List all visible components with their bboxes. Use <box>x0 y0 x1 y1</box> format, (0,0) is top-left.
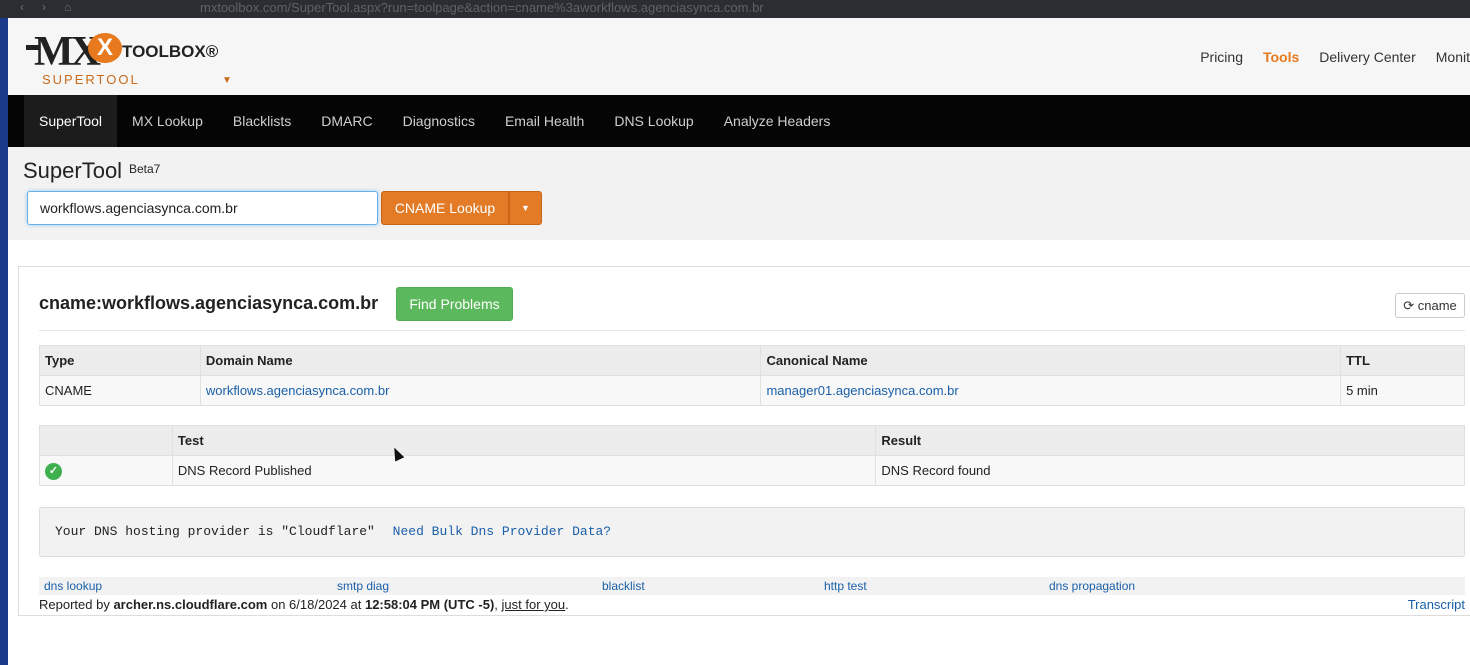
status-cell: ✓ <box>39 455 173 486</box>
page-title: SuperTool <box>23 158 123 183</box>
search-input[interactable] <box>27 191 378 225</box>
reported-time: 12:58:04 PM (UTC -5) <box>364 597 495 612</box>
logo-supertool-text: SUPERTOOL <box>42 72 140 87</box>
supertool-search-area: SuperTool Beta7 CNAME Lookup ▼ <box>8 147 1470 240</box>
menu-dmarc[interactable]: DMARC <box>306 95 387 147</box>
column-header: TTL <box>1340 345 1465 376</box>
refresh-cname-label: cname <box>1417 298 1457 313</box>
reported-prefix: Reported by <box>39 597 110 612</box>
bulk-dns-provider-link[interactable]: Need Bulk Dns Provider Data? <box>393 524 611 539</box>
domain-name-link[interactable]: workflows.agenciasynca.com.br <box>206 383 390 398</box>
record-type: CNAME <box>39 375 201 406</box>
browser-nav-icons[interactable]: ‹›⌂ <box>20 0 89 14</box>
domain-name-cell: workflows.agenciasynca.com.br <box>199 375 762 406</box>
caret-down-icon: ▼ <box>521 203 530 213</box>
transcript-link[interactable]: Transcript <box>1408 597 1465 612</box>
canonical-name-cell: manager01.agenciasynca.com.br <box>760 375 1342 406</box>
link-http-test[interactable]: http test <box>824 579 867 593</box>
result-title: cname:workflows.agenciasynca.com.br <box>39 293 379 313</box>
find-problems-button[interactable]: Find Problems <box>396 287 513 321</box>
reported-date: on 6/18/2024 at <box>270 597 362 612</box>
canonical-name-link[interactable]: manager01.agenciasynca.com.br <box>766 383 958 398</box>
tests-table: Test Result ✓ DNS Record Published DNS R… <box>39 425 1465 486</box>
menu-mx-lookup[interactable]: MX Lookup <box>117 95 218 147</box>
reported-server: archer.ns.cloudflare.com <box>113 597 268 612</box>
window-edge <box>0 18 8 665</box>
logo-toolbox-text: TOOLBOX® <box>122 42 219 61</box>
quick-links: dns lookup smtp diag blacklist http test… <box>39 577 1465 595</box>
test-name: DNS Record Published <box>171 455 877 486</box>
beta-label: Beta7 <box>129 162 161 176</box>
column-header: Result <box>875 425 1465 456</box>
menu-email-health[interactable]: Email Health <box>490 95 599 147</box>
table-row: CNAME workflows.agenciasynca.com.br mana… <box>39 375 1465 406</box>
reported-end: . <box>565 597 569 612</box>
menu-supertool[interactable]: SuperTool <box>24 95 118 147</box>
mxtoolbox-logo[interactable]: MX X TOOLBOX® SUPERTOOL ▼ <box>26 28 236 87</box>
table-header-row: Type Domain Name Canonical Name TTL <box>39 345 1465 376</box>
check-circle-icon: ✓ <box>45 462 62 480</box>
logo-x-icon: X <box>88 33 122 63</box>
test-result: DNS Record found <box>875 455 1465 486</box>
provider-text: Your DNS hosting provider is "Cloudflare… <box>55 524 375 539</box>
top-nav: Pricing Tools Delivery Center Monit <box>1200 49 1470 65</box>
results-panel: cname:workflows.agenciasynca.com.br Find… <box>18 266 1470 616</box>
dns-provider-box: Your DNS hosting provider is "Cloudflare… <box>39 507 1465 557</box>
browser-toolbar: ‹›⌂ mxtoolbox.com/SuperTool.aspx?run=too… <box>0 0 1470 18</box>
link-smtp-diag[interactable]: smtp diag <box>337 579 389 593</box>
refresh-icon: ⟳ <box>1403 298 1415 313</box>
lookup-dropdown-toggle[interactable]: ▼ <box>509 191 542 225</box>
table-row: ✓ DNS Record Published DNS Record found <box>39 455 1465 486</box>
cname-lookup-button[interactable]: CNAME Lookup <box>381 191 509 225</box>
nav-monitoring[interactable]: Monit <box>1436 49 1470 65</box>
menu-analyze-headers[interactable]: Analyze Headers <box>709 95 846 147</box>
column-header: Test <box>171 425 877 456</box>
column-header <box>39 425 173 456</box>
just-for-you-link[interactable]: just for you <box>502 597 566 612</box>
page: MX X TOOLBOX® SUPERTOOL ▼ Pricing Tools … <box>8 18 1470 665</box>
refresh-cname-button[interactable]: ⟳ cname <box>1395 293 1465 318</box>
column-header: Type <box>39 345 201 376</box>
column-header: Canonical Name <box>760 345 1342 376</box>
menu-blacklists[interactable]: Blacklists <box>218 95 306 147</box>
address-bar[interactable]: mxtoolbox.com/SuperTool.aspx?run=toolpag… <box>200 0 764 15</box>
menu-diagnostics[interactable]: Diagnostics <box>388 95 490 147</box>
chevron-down-icon[interactable]: ▼ <box>222 75 232 86</box>
table-header-row: Test Result <box>39 425 1465 456</box>
link-dns-lookup[interactable]: dns lookup <box>44 579 102 593</box>
tools-menu: SuperTool MX Lookup Blacklists DMARC Dia… <box>8 95 1470 147</box>
divider <box>39 330 1465 331</box>
nav-pricing[interactable]: Pricing <box>1200 49 1243 65</box>
link-blacklist[interactable]: blacklist <box>602 579 645 593</box>
records-table: Type Domain Name Canonical Name TTL CNAM… <box>39 345 1465 406</box>
column-header: Domain Name <box>199 345 762 376</box>
reported-separator: , <box>494 597 498 612</box>
reported-by-line: Reported by archer.ns.cloudflare.com on … <box>39 597 1465 612</box>
link-dns-propagation[interactable]: dns propagation <box>1049 579 1135 593</box>
nav-tools[interactable]: Tools <box>1263 49 1299 65</box>
nav-delivery-center[interactable]: Delivery Center <box>1319 49 1415 65</box>
site-header: MX X TOOLBOX® SUPERTOOL ▼ Pricing Tools … <box>8 18 1470 95</box>
menu-dns-lookup[interactable]: DNS Lookup <box>599 95 708 147</box>
ttl-cell: 5 min <box>1340 375 1465 406</box>
